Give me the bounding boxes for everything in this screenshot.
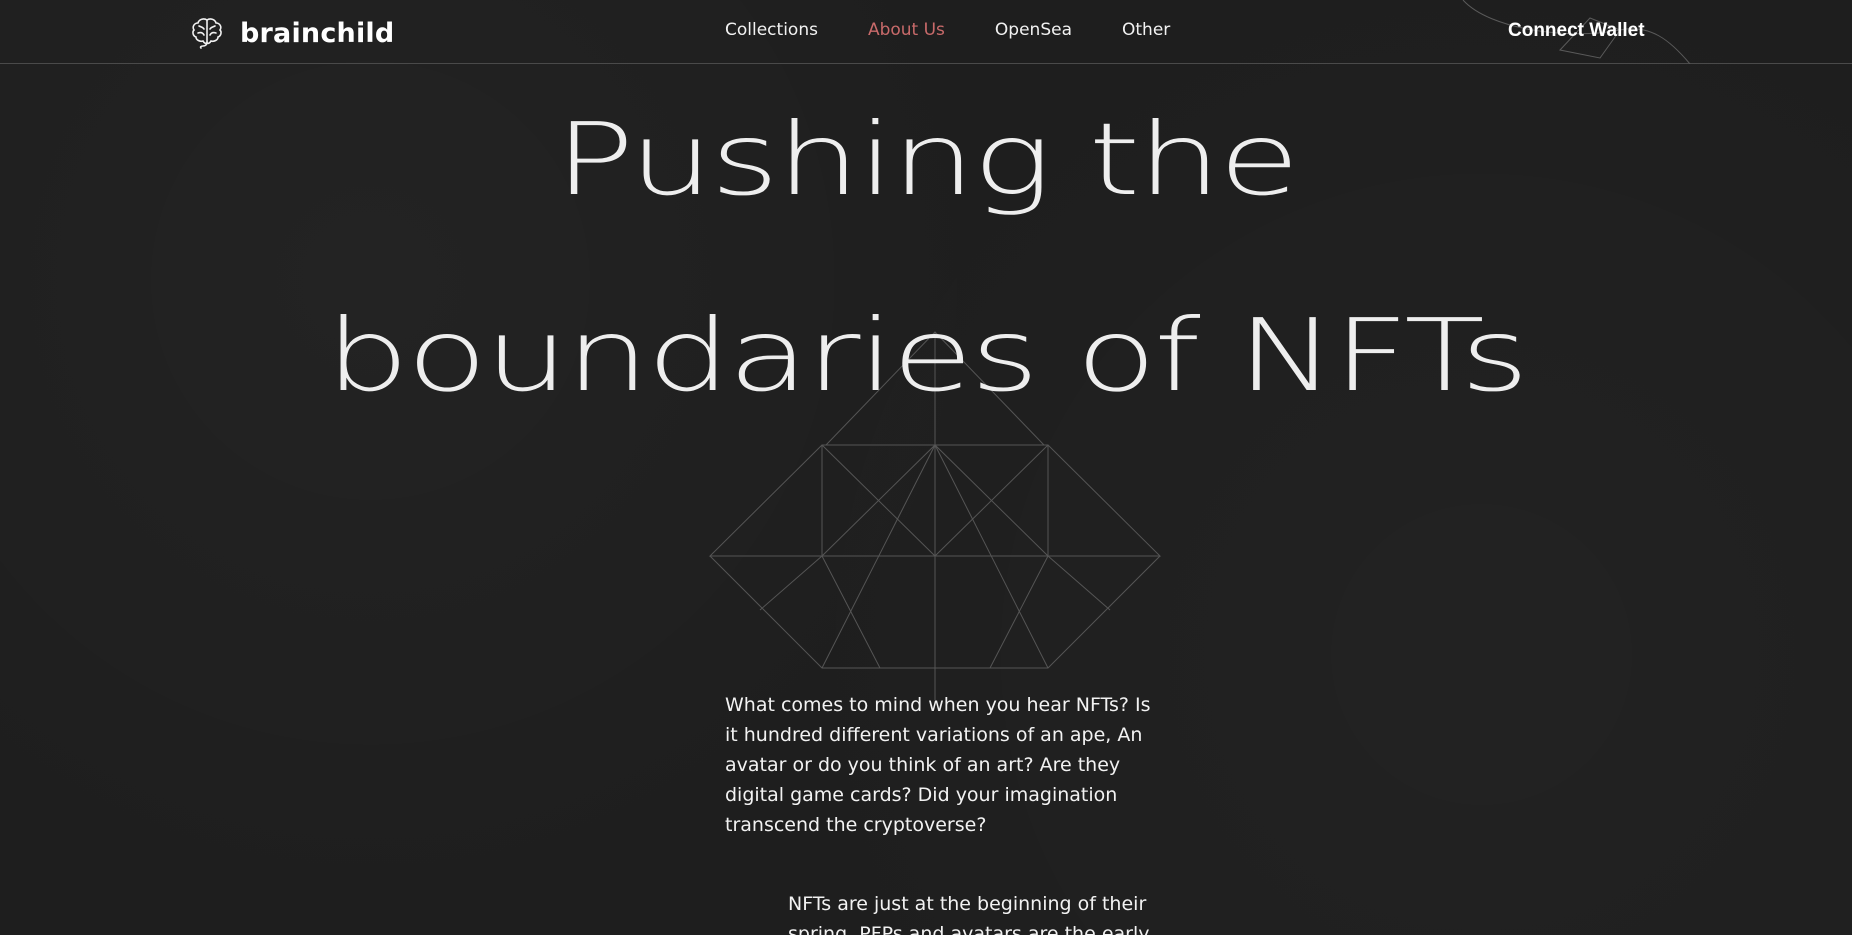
nav-other[interactable]: Other <box>1122 20 1170 40</box>
hero-title-line-1: Pushing the <box>554 101 1300 218</box>
nav-about-us[interactable]: About Us <box>868 20 945 40</box>
hero-title-line-2: boundaries of NFTs <box>325 297 1529 414</box>
top-navbar: brainchild Collections About Us OpenSea … <box>0 0 1852 64</box>
nav-collections[interactable]: Collections <box>725 20 818 40</box>
nav-opensea[interactable]: OpenSea <box>995 20 1072 40</box>
brand-logo[interactable]: brainchild <box>190 15 394 51</box>
second-paragraph: NFTs are just at the beginning of their … <box>788 893 1150 935</box>
intro-paragraph: What comes to mind when you hear NFTs? I… <box>725 694 1151 836</box>
brand-name: brainchild <box>240 17 395 49</box>
connect-wallet-button[interactable]: Connect Wallet <box>1508 20 1645 42</box>
brain-icon <box>192 18 222 49</box>
main-nav: Collections About Us OpenSea Other <box>725 20 1170 40</box>
